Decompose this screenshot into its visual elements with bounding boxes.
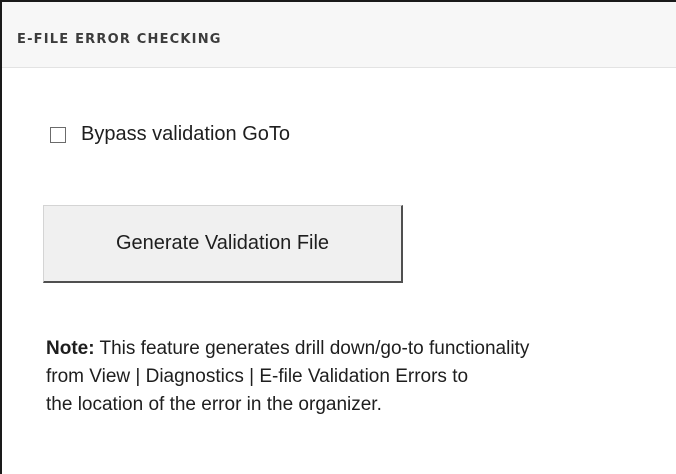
note-label: Note:	[46, 338, 95, 359]
note-line-2: from View | Diagnostics | E-file Validat…	[46, 366, 469, 387]
bypass-validation-checkbox[interactable]	[50, 126, 66, 143]
generate-validation-file-label: Generate Validation File	[115, 232, 330, 254]
panel-title: E-FILE ERROR CHECKING	[17, 32, 222, 47]
bypass-validation-option[interactable]: Bypass validation GoTo	[50, 123, 290, 146]
note-line-1: Note: This feature generates drill down/…	[46, 335, 666, 363]
efile-error-checking-panel: E-FILE ERROR CHECKING Bypass validation …	[0, 0, 676, 474]
generate-validation-file-button[interactable]: Generate Validation File	[43, 205, 403, 283]
note-line-1-text: This feature generates drill down/go-to …	[99, 338, 530, 359]
note-text: Note: This feature generates drill down/…	[46, 335, 666, 419]
note-line-3: the location of the error in the organiz…	[46, 394, 382, 415]
bypass-validation-label[interactable]: Bypass validation GoTo	[81, 123, 290, 146]
panel-header: E-FILE ERROR CHECKING	[2, 2, 676, 68]
